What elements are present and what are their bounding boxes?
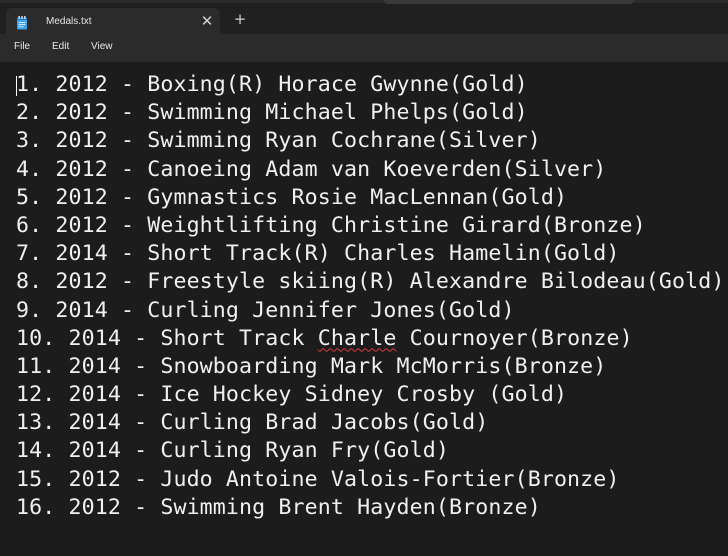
text-line-16: 16. 2012 - Swimming Brent Hayden(Bronze): [16, 494, 541, 520]
text-line-2: 2. 2012 - Swimming Michael Phelps(Gold): [16, 100, 528, 126]
menu-edit[interactable]: Edit: [52, 41, 69, 52]
notepad-window: Medals.txt ✕ + File Edit View 1. 2012 - …: [0, 0, 728, 556]
text-line-14: 14. 2014 - Curling Ryan Fry(Gold): [16, 438, 449, 464]
top-edge: [0, 0, 728, 4]
text-line-11: 11. 2014 - Snowboarding Mark McMorris(Br…: [16, 353, 607, 379]
text-line-13: 13. 2014 - Curling Brad Jacobs(Gold): [16, 410, 489, 436]
text-line-9: 9. 2014 - Curling Jennifer Jones(Gold): [16, 297, 515, 323]
tab-title: Medals.txt: [46, 16, 92, 27]
notepad-icon: [16, 15, 28, 30]
menu-bar: File Edit View: [0, 34, 728, 62]
text-editor[interactable]: 1. 2012 - Boxing(R) Horace Gwynne(Gold) …: [0, 62, 728, 556]
text-line-3: 3. 2012 - Swimming Ryan Cochrane(Silver): [16, 128, 541, 154]
menu-file[interactable]: File: [14, 41, 30, 52]
text-line-10-after: Cournoyer(Bronze): [396, 325, 633, 351]
spellcheck-misspelled-word: Charle: [317, 325, 397, 351]
text-line-8: 8. 2012 - Freestyle skiing(R) Alexandre …: [16, 269, 725, 295]
close-icon[interactable]: ✕: [198, 12, 216, 30]
text-line-6: 6. 2012 - Weightlifting Christine Girard…: [16, 212, 646, 238]
window-shadow-strip: [384, 0, 634, 4]
text-line-1: 1. 2012 - Boxing(R) Horace Gwynne(Gold): [16, 72, 528, 97]
text-caret: [16, 76, 17, 96]
text-line-10: 10. 2014 - Short Track Charle Cournoyer(…: [16, 325, 725, 353]
text-line-12: 12. 2014 - Ice Hockey Sidney Crosby (Gol…: [16, 382, 568, 408]
text-lines: 1. 2012 - Boxing(R) Horace Gwynne(Gold) …: [16, 71, 725, 522]
menu-view[interactable]: View: [91, 41, 113, 52]
text-line-7: 7. 2014 - Short Track(R) Charles Hamelin…: [16, 241, 620, 267]
text-line-4: 4. 2012 - Canoeing Adam van Koeverden(Si…: [16, 156, 607, 182]
text-line-10-before: 10. 2014 - Short Track: [16, 325, 318, 351]
text-line-5: 5. 2012 - Gymnastics Rosie MacLennan(Gol…: [16, 184, 568, 210]
new-tab-icon[interactable]: +: [231, 10, 249, 28]
text-line-15: 15. 2012 - Judo Antoine Valois-Fortier(B…: [16, 466, 620, 492]
